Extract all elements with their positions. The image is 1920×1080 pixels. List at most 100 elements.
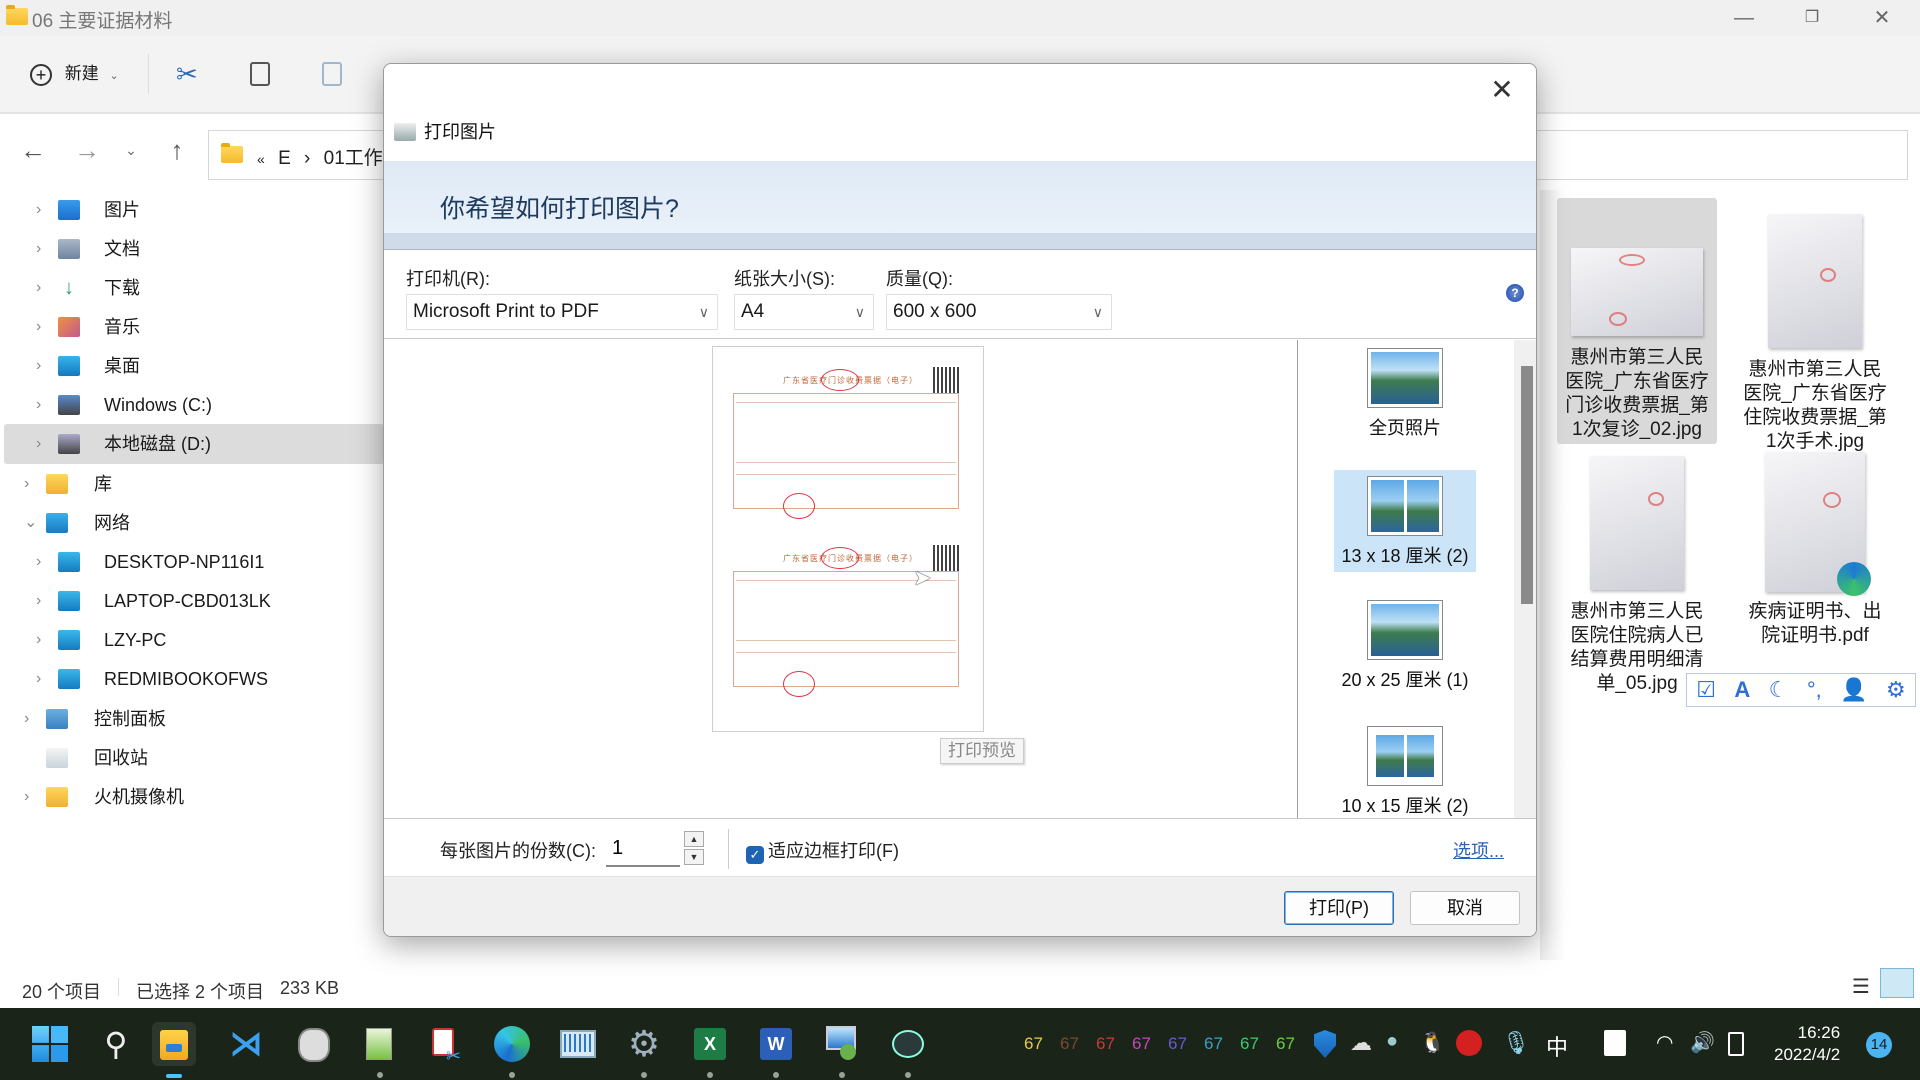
- chevron-right-icon[interactable]: ›: [24, 699, 29, 739]
- file-item[interactable]: 惠州市第三人民 医院住院病人已 结算费用明细清 单_05.jpg: [1557, 452, 1717, 694]
- copy-icon[interactable]: [250, 62, 270, 86]
- help-icon[interactable]: ?: [1506, 284, 1524, 302]
- security-shield-icon[interactable]: [1314, 1030, 1336, 1058]
- sidebar-item[interactable]: › 图片: [4, 190, 384, 230]
- vscode-icon[interactable]: ⋊: [224, 1022, 268, 1066]
- sidebar-item[interactable]: › 库: [4, 464, 384, 504]
- chevron-right-icon[interactable]: ›: [36, 307, 41, 347]
- snipping-tool-icon[interactable]: ✂: [424, 1022, 468, 1066]
- start-button[interactable]: [28, 1022, 72, 1066]
- onedrive-cloud-icon[interactable]: ☁: [1350, 1030, 1372, 1056]
- overflow-crumb[interactable]: «: [257, 151, 265, 167]
- printer-select[interactable]: Microsoft Print to PDF ∨: [406, 294, 718, 330]
- hp-icon[interactable]: [1456, 1030, 1482, 1056]
- wifi-icon[interactable]: ◠: [1656, 1030, 1673, 1055]
- qq-icon[interactable]: 🐧: [1420, 1030, 1445, 1055]
- sidebar-item[interactable]: › LZY-PC: [4, 620, 384, 660]
- file-item[interactable]: 惠州市第三人民 医院_广东省医疗 住院收费票据_第 1次手术.jpg: [1735, 198, 1895, 452]
- sidebar-item[interactable]: › 控制面板: [4, 699, 384, 739]
- punctuation-icon[interactable]: °,: [1807, 677, 1822, 703]
- microphone-icon[interactable]: 🎙: [1502, 1030, 1530, 1056]
- sidebar-item[interactable]: › 文档: [4, 229, 384, 269]
- excel-icon[interactable]: X: [688, 1022, 732, 1078]
- sidebar-item[interactable]: › 音乐: [4, 307, 384, 347]
- sidebar-item[interactable]: › 火机摄像机: [4, 777, 384, 817]
- sidebar-item[interactable]: › REDMIBOOKOFWS: [4, 659, 384, 699]
- cut-icon[interactable]: ✂: [176, 58, 198, 90]
- file-item[interactable]: 疾病证明书、出 院证明书.pdf: [1735, 452, 1895, 646]
- moon-icon[interactable]: ☾: [1769, 677, 1789, 703]
- settings-app-icon[interactable]: ⚙: [622, 1022, 666, 1078]
- game-app-icon[interactable]: [886, 1022, 930, 1078]
- print-button[interactable]: 打印(P): [1284, 891, 1394, 925]
- crumb-work[interactable]: 01工作: [324, 148, 383, 169]
- notification-badge[interactable]: 14: [1866, 1032, 1892, 1058]
- forward-button[interactable]: →: [70, 134, 104, 166]
- paste-icon[interactable]: [322, 62, 342, 86]
- taskbar-file-explorer[interactable]: [152, 1022, 196, 1078]
- up-button[interactable]: ↑: [160, 134, 194, 166]
- options-link[interactable]: 选项...: [1453, 837, 1504, 863]
- notepad-plus-icon[interactable]: [358, 1022, 402, 1078]
- back-button[interactable]: ←: [16, 134, 50, 166]
- sidebar-item[interactable]: › DESKTOP-NP116I1: [4, 542, 384, 582]
- dialog-close-button[interactable]: ✕: [1482, 70, 1522, 110]
- pen-menu-icon[interactable]: [1604, 1030, 1626, 1056]
- edge-browser-icon[interactable]: [490, 1022, 534, 1078]
- chevron-down-icon[interactable]: ⌄: [24, 503, 37, 543]
- layout-option[interactable]: 10 x 15 厘米 (2): [1334, 722, 1476, 818]
- layout-scrollbar-thumb[interactable]: [1521, 366, 1533, 604]
- sidebar-item[interactable]: › 本地磁盘 (D:): [4, 424, 384, 464]
- minimize-button[interactable]: —: [1724, 4, 1764, 32]
- remote-desktop-icon[interactable]: [820, 1022, 864, 1078]
- game-tray-icon[interactable]: ●: [1386, 1030, 1398, 1053]
- sidebar-item[interactable]: › LAPTOP-CBD013LK: [4, 581, 384, 621]
- sidebar-item[interactable]: › ↓ 下载: [4, 268, 384, 308]
- copies-input[interactable]: [606, 831, 680, 867]
- paper-size-select[interactable]: A4 ∨: [734, 294, 874, 330]
- user-icon[interactable]: 👤: [1840, 677, 1867, 703]
- chevron-right-icon[interactable]: ›: [36, 268, 41, 308]
- quality-select[interactable]: 600 x 600 ∨: [886, 294, 1112, 330]
- fit-to-frame-checkbox[interactable]: ✓ 适应边框打印(F): [746, 837, 899, 864]
- chevron-right-icon[interactable]: ›: [36, 424, 41, 464]
- chevron-right-icon[interactable]: ›: [36, 229, 41, 269]
- layout-option[interactable]: 13 x 18 厘米 (2): [1334, 470, 1476, 572]
- check-icon[interactable]: ☑: [1696, 677, 1716, 703]
- battery-charging-icon[interactable]: [1728, 1032, 1744, 1056]
- ime-indicator[interactable]: 中: [1546, 1030, 1568, 1062]
- new-button[interactable]: + 新建 ⌄: [30, 58, 119, 90]
- file-item[interactable]: 惠州市第三人民 医院_广东省医疗 门诊收费票据_第 1次复诊_02.jpg: [1557, 198, 1717, 444]
- clock-app-icon[interactable]: [292, 1022, 336, 1066]
- chevron-right-icon[interactable]: ›: [36, 659, 41, 699]
- volume-icon[interactable]: 🔊: [1690, 1030, 1715, 1055]
- system-clock[interactable]: 16:26 2022/4/2: [1774, 1022, 1840, 1066]
- restore-button[interactable]: ❐: [1792, 4, 1832, 32]
- copies-increment-button[interactable]: ▲: [684, 831, 704, 847]
- resource-monitor-icon[interactable]: [556, 1022, 600, 1066]
- search-icon[interactable]: ⚲: [94, 1022, 138, 1066]
- sidebar-item[interactable]: ⌄ 网络: [4, 503, 384, 543]
- word-icon[interactable]: W: [754, 1022, 798, 1078]
- copies-decrement-button[interactable]: ▼: [684, 849, 704, 865]
- large-icons-view-icon[interactable]: [1880, 968, 1914, 998]
- sidebar-item[interactable]: 回收站: [4, 738, 384, 778]
- recent-dropdown[interactable]: ⌄: [114, 134, 148, 166]
- chevron-right-icon[interactable]: ›: [36, 190, 41, 230]
- chevron-right-icon[interactable]: ›: [36, 620, 41, 660]
- crumb-e[interactable]: E: [278, 148, 291, 169]
- details-view-icon[interactable]: ☰: [1852, 974, 1870, 999]
- chevron-right-icon[interactable]: ›: [36, 346, 41, 386]
- cancel-button[interactable]: 取消: [1410, 891, 1520, 925]
- close-button[interactable]: ✕: [1862, 4, 1902, 32]
- sidebar-item[interactable]: › Windows (C:): [4, 385, 384, 425]
- chevron-right-icon[interactable]: ›: [36, 581, 41, 621]
- chevron-right-icon[interactable]: ›: [36, 542, 41, 582]
- layout-option[interactable]: 全页照片: [1334, 344, 1476, 440]
- layout-option[interactable]: 20 x 25 厘米 (1): [1334, 596, 1476, 692]
- chevron-right-icon[interactable]: ›: [24, 464, 29, 504]
- chevron-right-icon[interactable]: ›: [24, 777, 29, 817]
- font-icon[interactable]: A: [1734, 677, 1750, 703]
- sidebar-item[interactable]: › 桌面: [4, 346, 384, 386]
- chevron-right-icon[interactable]: ›: [36, 385, 41, 425]
